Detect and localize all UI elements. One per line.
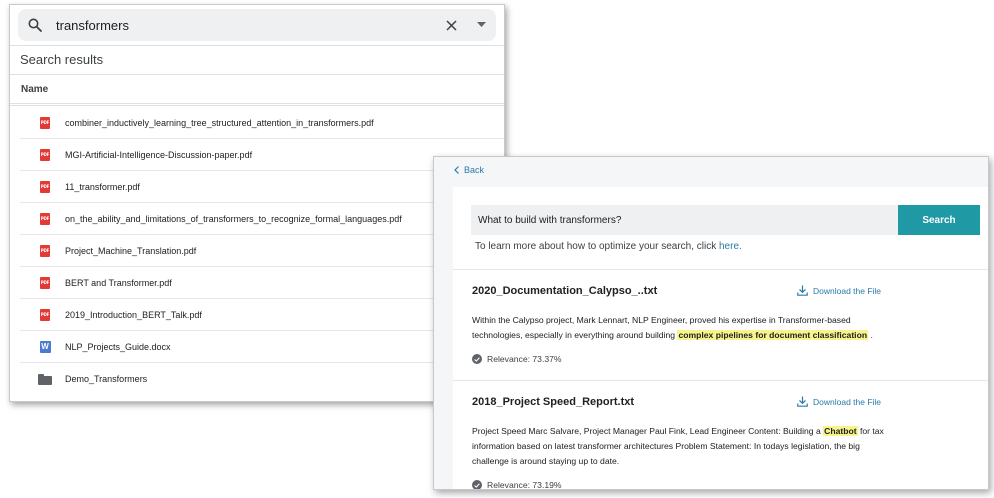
chevron-down-icon[interactable]	[466, 9, 496, 41]
hint-link[interactable]: here.	[719, 241, 742, 252]
file-row[interactable]: PDF 11_transformer.pdf	[20, 171, 504, 203]
file-row[interactable]: PDF combiner_inductively_learning_tree_s…	[20, 107, 504, 139]
result-snippet: Within the Calypso project, Mark Lennart…	[472, 315, 873, 340]
file-row[interactable]: W NLP_Projects_Guide.docx	[20, 331, 504, 363]
download-icon	[797, 285, 808, 296]
drive-search-bar[interactable]: transformers	[18, 9, 496, 41]
divider	[10, 74, 504, 75]
file-name: NLP_Projects_Guide.docx	[65, 341, 171, 352]
pdf-icon: PDF	[28, 148, 62, 161]
result-snippet: Project Speed Marc Salvare, Project Mana…	[472, 426, 884, 466]
result-title[interactable]: 2020_Documentation_Calypso_..txt	[472, 285, 657, 297]
chevron-left-icon	[454, 166, 459, 174]
hint-text: To learn more about how to optimize your…	[475, 241, 719, 252]
file-row[interactable]: PDF MGI-Artificial-Intelligence-Discussi…	[20, 139, 504, 171]
pdf-icon: PDF	[28, 212, 62, 225]
pdf-icon: PDF	[28, 276, 62, 289]
file-name: 11_transformer.pdf	[65, 181, 140, 192]
divider	[10, 103, 504, 104]
word-doc-icon: W	[39, 340, 51, 353]
relevance-score: Relevance: 73.19%	[472, 480, 562, 490]
drive-search-input[interactable]: transformers	[52, 18, 436, 33]
file-name: combiner_inductively_learning_tree_struc…	[65, 117, 374, 128]
divider	[10, 45, 504, 46]
file-row[interactable]: Demo_Transformers	[20, 363, 504, 395]
relevance-text: Relevance: 73.37%	[487, 354, 562, 364]
search-panel: What to build with transformers? Search …	[453, 187, 988, 490]
file-name: MGI-Artificial-Intelligence-Discussion-p…	[65, 149, 253, 160]
check-circle-icon	[472, 480, 482, 489]
relevance-score: Relevance: 73.37%	[472, 354, 562, 364]
highlight: complex pipelines for document classific…	[677, 330, 869, 340]
drive-search-window: transformers Search results Name PDF com…	[9, 4, 505, 402]
file-row[interactable]: PDF Project_Machine_Translation.pdf	[20, 235, 504, 267]
close-icon[interactable]	[436, 9, 466, 41]
file-name: BERT and Transformer.pdf	[65, 277, 172, 288]
semantic-search-window: Back What to build with transformers? Se…	[433, 156, 989, 490]
divider	[453, 269, 988, 270]
file-row[interactable]: PDF on_the_ability_and_limitations_of_tr…	[20, 203, 504, 235]
search-button[interactable]: Search	[898, 205, 980, 235]
relevance-text: Relevance: 73.19%	[487, 480, 562, 490]
file-name: Project_Machine_Translation.pdf	[65, 245, 197, 256]
result-title[interactable]: 2018_Project Speed_Report.txt	[472, 396, 634, 408]
file-row[interactable]: PDF 2019_Introduction_BERT_Talk.pdf	[20, 299, 504, 331]
back-label: Back	[464, 165, 485, 175]
search-icon[interactable]	[18, 9, 52, 41]
pdf-icon: PDF	[28, 116, 62, 129]
check-circle-icon	[472, 354, 482, 364]
pdf-icon: PDF	[28, 308, 62, 321]
divider	[453, 380, 988, 381]
pdf-icon: PDF	[28, 244, 62, 257]
file-list: PDF combiner_inductively_learning_tree_s…	[20, 107, 504, 395]
file-row[interactable]: PDF BERT and Transformer.pdf	[20, 267, 504, 299]
folder-name: Demo_Transformers	[65, 374, 148, 384]
folder-icon	[28, 373, 62, 385]
search-results-heading: Search results	[20, 52, 104, 67]
download-icon	[797, 396, 808, 407]
back-button[interactable]: Back	[454, 165, 484, 175]
file-name: 2019_Introduction_BERT_Talk.pdf	[65, 309, 202, 320]
download-button[interactable]: Download the File	[797, 285, 881, 296]
pdf-icon: PDF	[28, 180, 62, 193]
file-name: on_the_ability_and_limitations_of_transf…	[65, 213, 402, 224]
result-card: 2020_Documentation_Calypso_..txt Downloa…	[472, 285, 972, 385]
semantic-search-input[interactable]: What to build with transformers?	[471, 205, 898, 235]
download-label: Download the File	[813, 285, 882, 296]
download-label: Download the File	[813, 396, 882, 407]
result-card: 2018_Project Speed_Report.txt Download t…	[472, 396, 972, 490]
highlight: Chatbot	[823, 426, 858, 436]
search-hint: To learn more about how to optimize your…	[475, 241, 742, 252]
column-header-name[interactable]: Name	[21, 84, 48, 95]
download-button[interactable]: Download the File	[797, 396, 881, 407]
divider	[10, 105, 504, 106]
